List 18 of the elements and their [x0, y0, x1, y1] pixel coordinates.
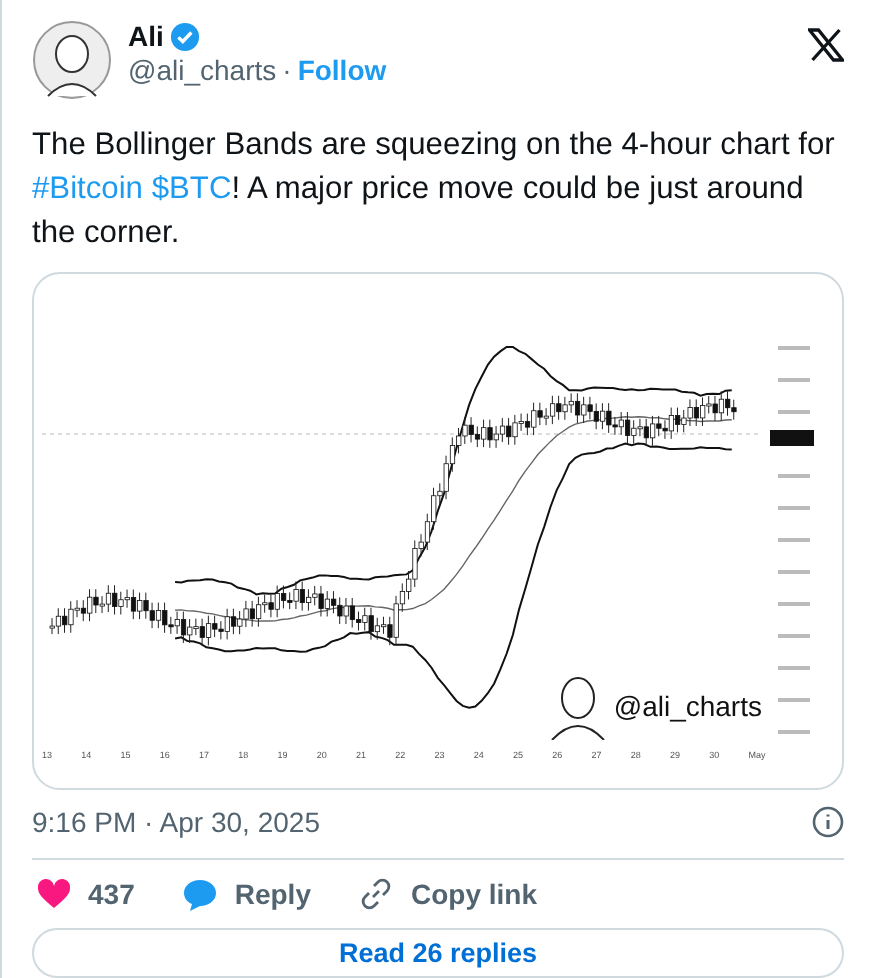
- read-replies-button[interactable]: Read 26 replies: [32, 928, 844, 978]
- author-name[interactable]: Ali: [128, 20, 164, 52]
- x-logo-icon[interactable]: [808, 28, 844, 62]
- link-icon: [358, 876, 395, 913]
- person-drawing: [547, 672, 608, 741]
- timestamp[interactable]: 9:16 PM · Apr 30, 2025: [32, 806, 320, 839]
- copy-link-button[interactable]: Copy link: [354, 876, 541, 913]
- watermark-handle: @ali_charts: [613, 690, 762, 723]
- separator-dot: ·: [282, 54, 292, 86]
- speech-bubble-icon: [182, 877, 219, 912]
- author-handle[interactable]: @ali_charts: [128, 54, 277, 86]
- avatar[interactable]: [32, 20, 112, 100]
- heart-icon: [36, 878, 72, 911]
- price-tag: [770, 430, 814, 446]
- like-button[interactable]: 437: [32, 878, 139, 911]
- info-icon[interactable]: [812, 806, 844, 839]
- reply-button[interactable]: Reply: [178, 877, 315, 912]
- tweet-text: The Bollinger Bands are squeezing on the 4-hour chart for #Bitcoin $BTC! A major price move could be just around the corner.: [32, 126, 837, 254]
